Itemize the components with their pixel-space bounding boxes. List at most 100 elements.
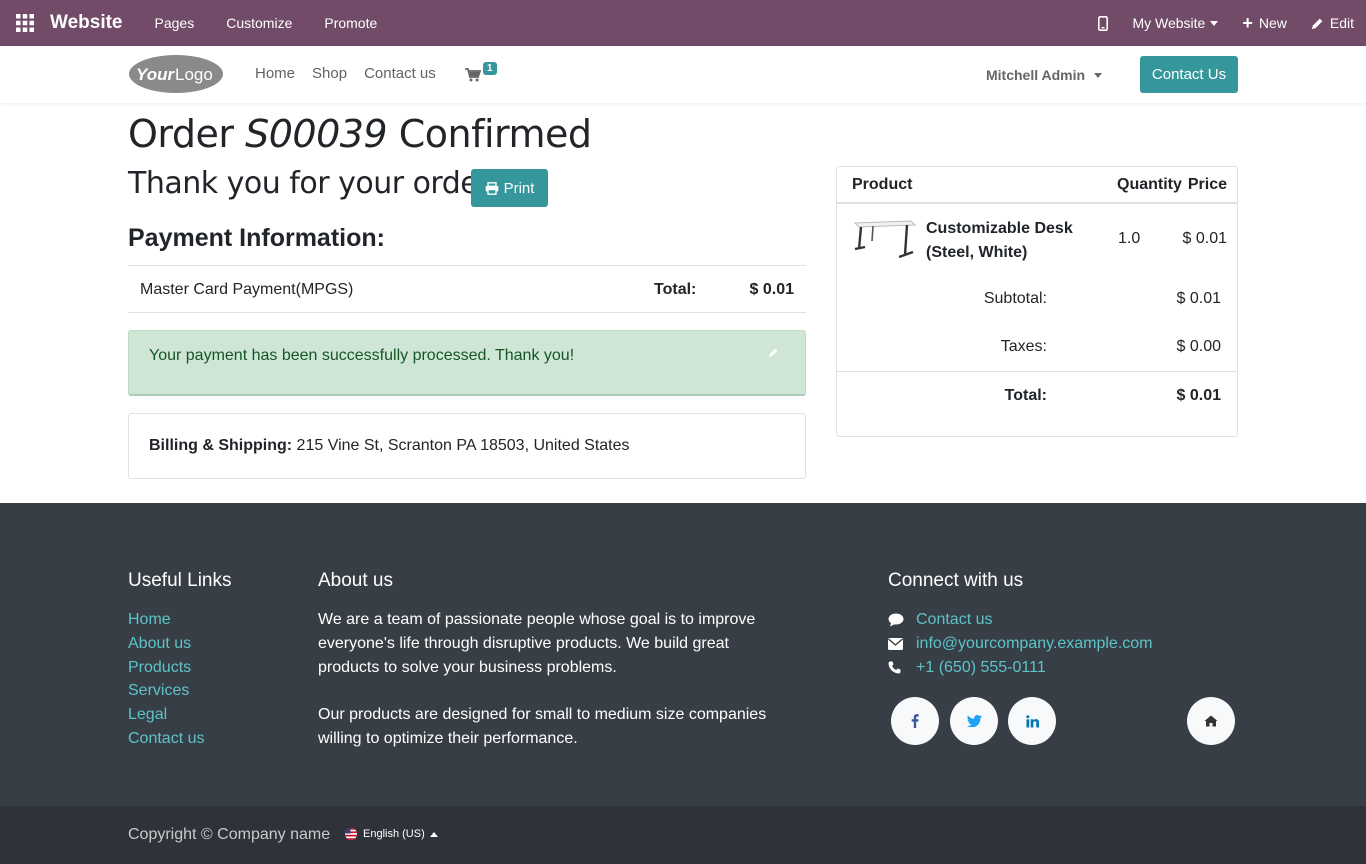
user-name: Mitchell Admin: [986, 67, 1086, 83]
product-name-line2: (Steel, White): [926, 244, 1028, 261]
col-product: Product: [852, 176, 913, 193]
website-selector-label: My Website: [1132, 15, 1206, 31]
taxes-label: Taxes:: [1000, 338, 1047, 355]
copyright-text: Copyright © Company name: [128, 826, 331, 843]
footer-link-products[interactable]: Products: [128, 656, 204, 680]
summary-divider: [837, 371, 1237, 372]
product-name-line1: Customizable Desk: [926, 220, 1073, 237]
chevron-down-icon: [1094, 72, 1103, 78]
facebook-button[interactable]: [891, 697, 939, 745]
col-price: Price: [1187, 176, 1227, 193]
us-flag-icon: [345, 828, 357, 840]
main-nav: Home Shop Contact us: [255, 65, 453, 82]
page-title: Order S00039 Confirmed: [128, 112, 592, 156]
title-suffix: Confirmed: [398, 112, 592, 156]
svg-text:Your: Your: [136, 65, 175, 84]
user-menu[interactable]: Mitchell Admin: [986, 67, 1103, 83]
about-paragraph-2: Our products are designed for small to m…: [318, 706, 767, 747]
useful-links-title: Useful Links: [128, 570, 232, 591]
print-button[interactable]: Print: [471, 169, 548, 207]
menu-customize[interactable]: Customize: [210, 15, 308, 31]
footer-link-about-us[interactable]: About us: [128, 632, 204, 656]
linkedin-button[interactable]: [1008, 697, 1056, 745]
about-text: We are a team of passionate people whose…: [318, 608, 768, 775]
product-image: [853, 217, 917, 259]
svg-text:Logo: Logo: [175, 65, 213, 84]
payment-total-label: Total:: [654, 281, 697, 298]
payment-heading: Payment Information:: [128, 224, 385, 252]
useful-links-list: Home About us Products Services Legal Co…: [128, 608, 204, 751]
title-prefix: Order: [128, 112, 234, 156]
website-selector[interactable]: My Website: [1120, 0, 1230, 46]
nav-home[interactable]: Home: [255, 65, 295, 82]
twitter-button[interactable]: [950, 697, 998, 745]
pencil-icon[interactable]: [768, 347, 779, 358]
twitter-icon: [966, 715, 982, 727]
connect-title: Connect with us: [888, 570, 1024, 591]
cart-button[interactable]: 1: [465, 62, 505, 88]
subtotal-label: Subtotal:: [983, 290, 1047, 307]
payment-row: Master Card Payment(MPGS) Total: $ 0.01: [128, 265, 806, 313]
mobile-preview-button[interactable]: [1086, 0, 1120, 46]
contact-us-button[interactable]: Contact Us: [1140, 56, 1238, 93]
connect-list: Contact us info@yourcompany.example.com …: [888, 608, 1153, 679]
chevron-up-icon: [429, 831, 438, 837]
chevron-down-icon: [1210, 20, 1219, 26]
apps-menu-icon[interactable]: [0, 0, 50, 46]
site-logo[interactable]: Your Logo: [128, 54, 224, 94]
linkedin-icon: [1025, 714, 1039, 727]
site-footer: Useful Links Home About us Products Serv…: [0, 503, 1366, 806]
cart-icon: [465, 68, 481, 82]
summary-total-value: $ 0.01: [1176, 387, 1221, 404]
menu-promote[interactable]: Promote: [308, 15, 393, 31]
mobile-icon: [1098, 15, 1109, 31]
billing-address: 215 Vine St, Scranton PA 18503, United S…: [296, 437, 630, 454]
connect-phone-row: +1 (650) 555-0111: [888, 656, 1153, 680]
connect-phone-link[interactable]: +1 (650) 555-0111: [916, 656, 1046, 680]
product-price: $ 0.01: [1182, 230, 1227, 247]
connect-contact-row: Contact us: [888, 608, 1153, 632]
connect-email-link[interactable]: info@yourcompany.example.com: [916, 632, 1153, 656]
order-summary-card: Product Quantity Price Customizable Desk…: [836, 166, 1238, 437]
edit-button[interactable]: Edit: [1299, 0, 1366, 46]
plus-icon: +: [1242, 13, 1253, 33]
footer-link-contact-us[interactable]: Contact us: [128, 727, 204, 751]
phone-icon: [888, 661, 916, 674]
summary-header: Product Quantity Price: [837, 167, 1237, 204]
taxes-value: $ 0.00: [1176, 338, 1221, 355]
product-quantity: 1.0: [1118, 230, 1141, 247]
col-quantity: Quantity: [1117, 176, 1182, 193]
print-icon: [485, 181, 498, 195]
payment-total-value: $ 0.01: [749, 281, 794, 298]
language-label: English (US): [363, 828, 425, 840]
footer-link-services[interactable]: Services: [128, 679, 204, 703]
menu-pages[interactable]: Pages: [139, 15, 211, 31]
connect-email-row: info@yourcompany.example.com: [888, 632, 1153, 656]
app-brand[interactable]: Website: [50, 12, 123, 34]
about-title: About us: [318, 570, 393, 591]
connect-contact-link[interactable]: Contact us: [916, 608, 992, 632]
billing-shipping-box: Billing & Shipping: 215 Vine St, Scranto…: [128, 413, 806, 479]
facebook-icon: [911, 714, 919, 728]
site-header: Your Logo Home Shop Contact us 1 Mitchel…: [0, 46, 1366, 103]
product-name[interactable]: Customizable Desk (Steel, White): [926, 217, 1073, 265]
nav-contact-us[interactable]: Contact us: [364, 65, 436, 82]
payment-method: Master Card Payment(MPGS): [140, 281, 354, 298]
home-button[interactable]: [1187, 697, 1235, 745]
home-icon: [1204, 715, 1218, 727]
payment-success-alert: Your payment has been successfully proce…: [128, 330, 806, 396]
footer-link-legal[interactable]: Legal: [128, 703, 204, 727]
order-number: S00039: [245, 112, 388, 156]
footer-link-home[interactable]: Home: [128, 608, 204, 632]
copyright-bar: Copyright © Company name English (US): [0, 806, 1366, 864]
print-label: Print: [503, 179, 535, 197]
new-button[interactable]: + New: [1230, 0, 1299, 46]
language-selector[interactable]: English (US): [345, 828, 438, 840]
envelope-icon: [888, 637, 916, 650]
billing-label: Billing & Shipping:: [149, 437, 293, 454]
nav-shop[interactable]: Shop: [312, 65, 347, 82]
admin-bar: Website Pages Customize Promote My Websi…: [0, 0, 1366, 46]
success-message: Your payment has been successfully proce…: [149, 347, 575, 364]
summary-total-label: Total:: [1004, 387, 1047, 404]
comment-icon: [888, 613, 916, 627]
